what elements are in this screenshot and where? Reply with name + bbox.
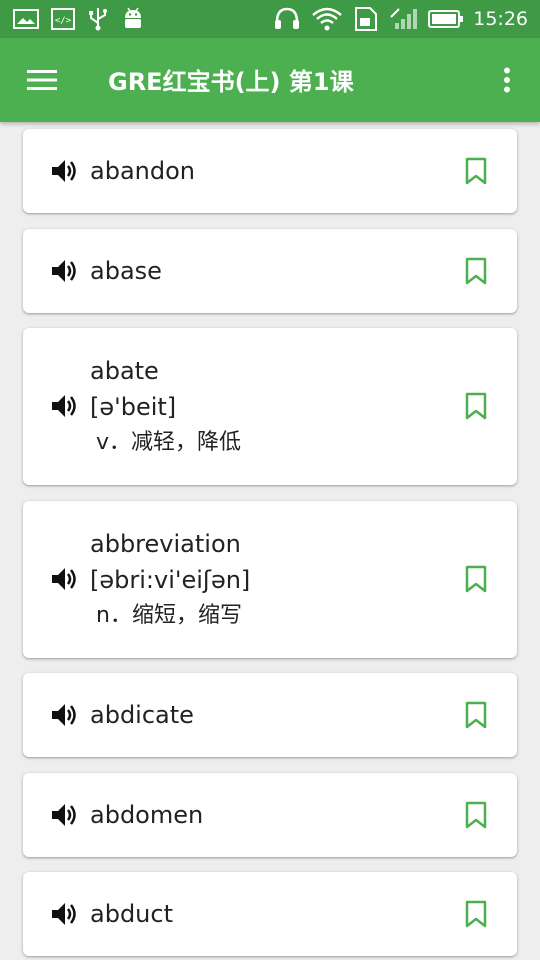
word-card[interactable]: abdomen <box>23 773 517 857</box>
usb-icon <box>86 7 110 31</box>
word-block: abdomen <box>90 797 203 833</box>
meaning-text: n．缩短，缩写 <box>96 603 242 628</box>
word-card-expanded[interactable]: abate [ə'beit] v．减轻，降低 <box>23 328 517 485</box>
bookmark-icon[interactable] <box>463 256 489 286</box>
headset-icon <box>272 7 302 31</box>
speaker-icon[interactable] <box>49 801 79 829</box>
word-block: abduct <box>90 896 173 932</box>
speaker-icon[interactable] <box>49 565 79 593</box>
svg-text:</>: </> <box>55 16 72 26</box>
word-text: abdicate <box>90 701 194 729</box>
word-card[interactable]: abase <box>23 229 517 313</box>
code-icon: </> <box>50 7 76 31</box>
status-bar: </> 15:26 <box>0 0 540 38</box>
word-text: abbreviation <box>90 530 241 558</box>
word-block: abdicate <box>90 697 194 733</box>
word-card[interactable]: abdicate <box>23 673 517 757</box>
speaker-icon[interactable] <box>49 157 79 185</box>
bookmark-icon[interactable] <box>463 564 489 594</box>
word-block: abase <box>90 253 162 289</box>
word-card[interactable]: abduct <box>23 872 517 956</box>
hamburger-menu-icon[interactable] <box>22 60 62 100</box>
word-block: abandon <box>90 153 195 189</box>
more-vert-icon[interactable] <box>492 60 522 100</box>
word-text: abandon <box>90 157 195 185</box>
speaker-icon[interactable] <box>49 392 79 420</box>
sim-icon <box>352 7 380 31</box>
app-bar: GRE红宝书(上) 第1课 <box>0 38 540 122</box>
word-text: abate <box>90 357 159 385</box>
android-icon <box>120 7 146 31</box>
word-text: abduct <box>90 900 173 928</box>
signal-icon <box>388 7 420 31</box>
bookmark-icon[interactable] <box>463 156 489 186</box>
speaker-icon[interactable] <box>49 257 79 285</box>
word-card[interactable]: abandon <box>23 129 517 213</box>
phonetic-text: [əbri:vi'eiʃən] <box>90 566 251 594</box>
wifi-icon <box>310 7 344 31</box>
word-text: abase <box>90 257 162 285</box>
page-title: GRE红宝书(上) 第1课 <box>108 68 354 96</box>
word-block: abbreviation [əbri:vi'eiʃən] n．缩短，缩写 <box>90 526 250 634</box>
word-block: abate [ə'beit] v．减轻，降低 <box>90 353 241 461</box>
bookmark-icon[interactable] <box>463 391 489 421</box>
gallery-icon <box>12 7 40 31</box>
battery-icon <box>428 7 464 31</box>
word-card-expanded[interactable]: abbreviation [əbri:vi'eiʃən] n．缩短，缩写 <box>23 501 517 658</box>
bookmark-icon[interactable] <box>463 800 489 830</box>
speaker-icon[interactable] <box>49 900 79 928</box>
status-time: 15:26 <box>473 8 528 30</box>
meaning-text: v．减轻，降低 <box>96 430 242 455</box>
bookmark-icon[interactable] <box>463 700 489 730</box>
phonetic-text: [ə'beit] <box>90 393 177 421</box>
speaker-icon[interactable] <box>49 701 79 729</box>
bookmark-icon[interactable] <box>463 899 489 929</box>
word-list: abandon abase abate [ə'beit] v．减轻，降低 abb… <box>0 122 540 960</box>
word-text: abdomen <box>90 801 204 829</box>
